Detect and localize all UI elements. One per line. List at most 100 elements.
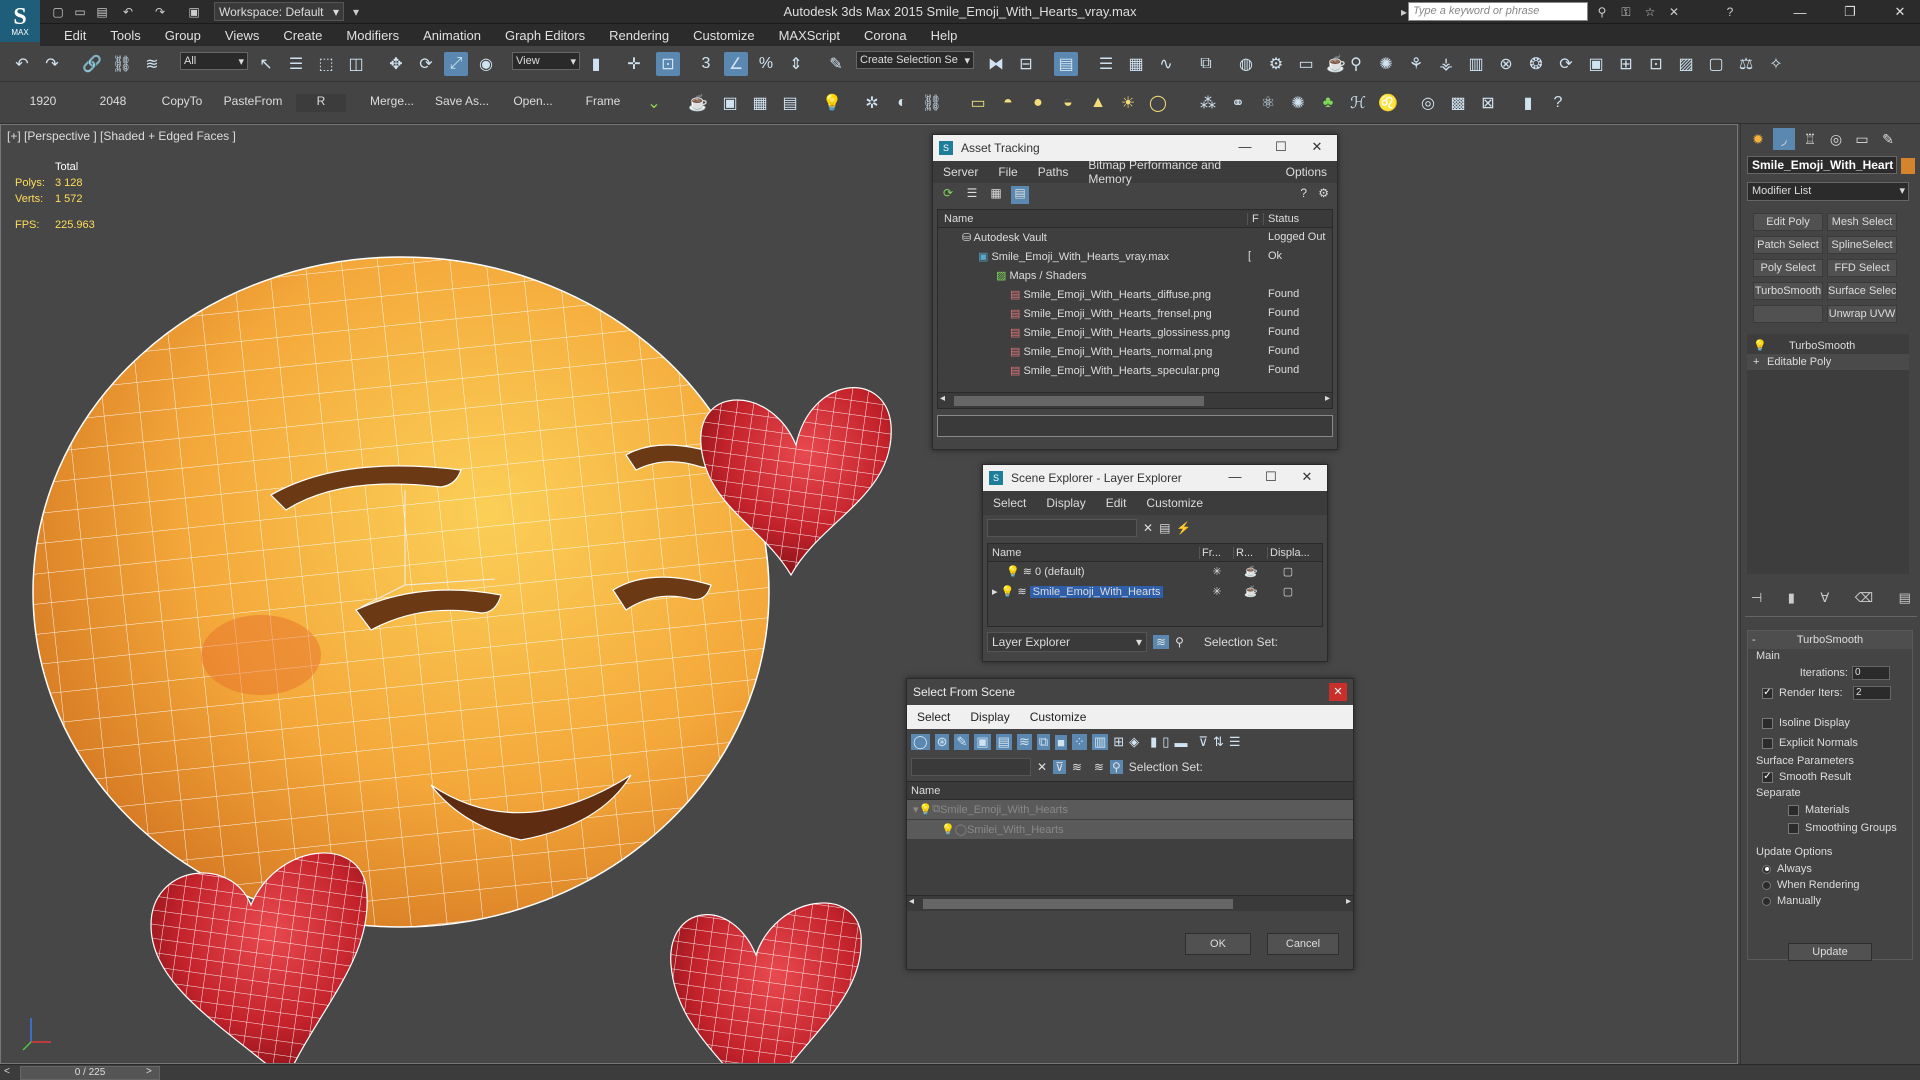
plant-icon[interactable]: ♣ [1316,91,1340,115]
scene-object-row[interactable]: ▾ 💡 ⧉ Smile_Emoji_With_Hearts [907,800,1353,820]
unlink-icon[interactable]: ⛓ [110,52,134,76]
modifier-list-dropdown[interactable]: Modifier List ▾ [1747,182,1909,201]
display-groups-icon[interactable]: ⧉ [1036,734,1051,750]
display-helpers-icon[interactable]: ▤ [995,734,1012,750]
menu-paths[interactable]: Paths [1028,165,1079,179]
always-radio[interactable] [1762,864,1771,874]
ffd-select-button[interactable]: FFD Select [1827,259,1897,277]
display-box-icon[interactable]: ▢ [1268,585,1308,598]
teapot-primitive-icon[interactable]: ◒ [1056,91,1080,115]
vray-fur-icon[interactable]: ⚶ [1434,52,1458,76]
heart-bottom-right-mesh[interactable] [670,902,862,1063]
layer-mode-icon[interactable]: ≋ [1094,760,1104,774]
column-render[interactable]: R... [1234,546,1268,559]
menu-options[interactable]: Options [1276,165,1337,179]
vray-render-icon[interactable]: ⊞ [1614,52,1638,76]
menu-bitmap-performance[interactable]: Bitmap Performance and Memory [1078,158,1275,186]
resolution-2048-button[interactable]: 2048 [90,94,136,112]
spiral-icon[interactable]: ✺ [1286,91,1310,115]
help-circle-icon[interactable]: ? [1546,91,1570,115]
menu-select[interactable]: Select [983,496,1036,510]
render-teapot-icon[interactable]: ☕ [1234,565,1268,578]
menu-rendering[interactable]: Rendering [597,28,681,43]
vray-plane-icon[interactable]: ▥ [1464,52,1488,76]
object-name-field[interactable]: Smile_Emoji_With_Heart [1747,156,1897,174]
spinner-snap-icon[interactable]: ⇕ [784,52,808,76]
vray-frame-buffer-icon[interactable]: ▣ [1584,52,1608,76]
select-object-icon[interactable]: ↖ [254,52,278,76]
save-file-icon[interactable]: ▤ [92,2,112,22]
copy-to-button[interactable]: CopyTo [156,94,208,112]
asset-row[interactable]: ▤ Smile_Emoji_With_Hearts_glossiness.png… [938,323,1332,342]
invert-display-icon[interactable]: ▬ [1174,735,1187,750]
asset-row[interactable]: ▤ Smile_Emoji_With_Hearts_diffuse.png Fo… [938,285,1332,304]
communication-icon[interactable]: ✕ [1664,2,1684,22]
percent-snap-icon[interactable]: % [754,52,778,76]
display-cameras-icon[interactable]: ▣ [974,734,991,750]
omni-light-icon[interactable]: ◯ [1146,91,1170,115]
undo-quick-icon[interactable]: ↶ [118,2,138,22]
menu-animation[interactable]: Animation [411,28,493,43]
menu-display[interactable]: Display [960,710,1019,724]
menu-modifiers[interactable]: Modifiers [334,28,411,43]
scroll-left-icon[interactable]: ◂ [909,896,914,907]
turbosmooth-button[interactable]: TurboSmooth [1753,282,1823,300]
list-view-icon[interactable]: ☰ [963,186,981,204]
isoline-checkbox[interactable] [1762,717,1773,729]
window-crossing-icon[interactable]: ◫ [344,52,368,76]
scene-object-row[interactable]: 💡 ◯ Smilei_With_Hearts [907,820,1353,840]
display-containers-icon[interactable]: ▥ [1091,734,1109,750]
angle-snap-icon[interactable]: ∠ [724,52,748,76]
viewport-label-menu[interactable]: [+] [Perspective ] [Shaded + Edged Faces… [7,129,236,143]
expand-arrow-icon[interactable]: ▸ [992,586,1001,598]
layer-row[interactable]: 💡 ≋ 0 (default) ✳ ☕ ▢ [988,562,1322,582]
material-map-icon[interactable]: ▩ [1446,91,1470,115]
close-icon[interactable]: ✕ [1297,469,1317,487]
menu-maxscript[interactable]: MAXScript [767,28,852,43]
minimize-icon[interactable]: — [1225,469,1245,487]
open-file-icon[interactable]: ▭ [70,2,90,22]
scene-explorer-titlebar[interactable]: S Scene Explorer - Layer Explorer — ☐ ✕ [983,465,1327,491]
unwrap-uvw-button[interactable]: Unwrap UVW [1827,305,1897,323]
render-teapot-icon[interactable]: ☕ [1234,585,1268,598]
find-field[interactable] [987,519,1137,537]
minimize-icon[interactable]: — [1780,0,1820,24]
column-name[interactable]: Name [938,212,1248,225]
app-menu-button[interactable]: S MAX [0,0,40,42]
mesh-select-button[interactable]: Mesh Select [1827,213,1897,231]
curve-editor-icon[interactable]: ∿ [1154,52,1178,76]
hierarchy-mode-icon[interactable]: ⚲ [1109,760,1123,774]
menu-select[interactable]: Select [907,710,960,724]
align-icon[interactable]: ⊟ [1014,52,1038,76]
pin-stack-icon[interactable]: ⊣ [1751,590,1762,608]
restore-icon[interactable]: ❐ [1830,0,1870,24]
render-to-texture-icon[interactable]: ⊠ [1476,91,1500,115]
redo-icon[interactable]: ↷ [40,52,64,76]
next-frame-icon[interactable]: > [146,1066,152,1077]
move-icon[interactable]: ✥ [384,52,408,76]
speaker-icon[interactable]: ◐ [890,91,914,115]
layer-tools-icon[interactable]: ⚡ [1176,521,1191,535]
close-icon[interactable]: ✕ [1329,683,1347,701]
find-options-icon[interactable]: ▤ [1159,521,1170,535]
display-geometry-icon[interactable]: ◯ [911,734,930,750]
menu-views[interactable]: Views [213,28,271,43]
layer-filter-icon[interactable]: ≋ [1072,760,1082,774]
expand-chevron-icon[interactable]: ⌄ [642,91,666,115]
render-iters-checkbox[interactable]: ✓ [1762,687,1773,699]
columns-icon[interactable]: ☰ [1229,734,1241,750]
display-xrefs-icon[interactable]: ■ [1055,734,1068,750]
hair-fur-icon[interactable]: ℋ [1346,91,1370,115]
scene-explorer-icon[interactable]: ▤ [1054,52,1078,76]
sun-light-icon[interactable]: ☀ [1116,91,1140,115]
close-icon[interactable]: ✕ [1307,139,1327,157]
asset-path-field[interactable] [937,415,1333,437]
frame-button[interactable]: Frame [576,94,630,112]
explorer-type-dropdown[interactable]: Layer Explorer ▾ [987,632,1147,652]
create-tab-icon[interactable]: ✹ [1747,128,1769,150]
asset-tracking-titlebar[interactable]: S Asset Tracking — ☐ ✕ [933,135,1337,161]
asset-row[interactable]: ▣ Smile_Emoji_With_Hearts_vray.max [ Ok [938,247,1332,266]
network-icon[interactable]: ⚛ [1256,91,1280,115]
selection-filter-dropdown[interactable]: All ▾ [180,52,248,70]
render-frame-window-icon[interactable]: ▣ [718,91,742,115]
